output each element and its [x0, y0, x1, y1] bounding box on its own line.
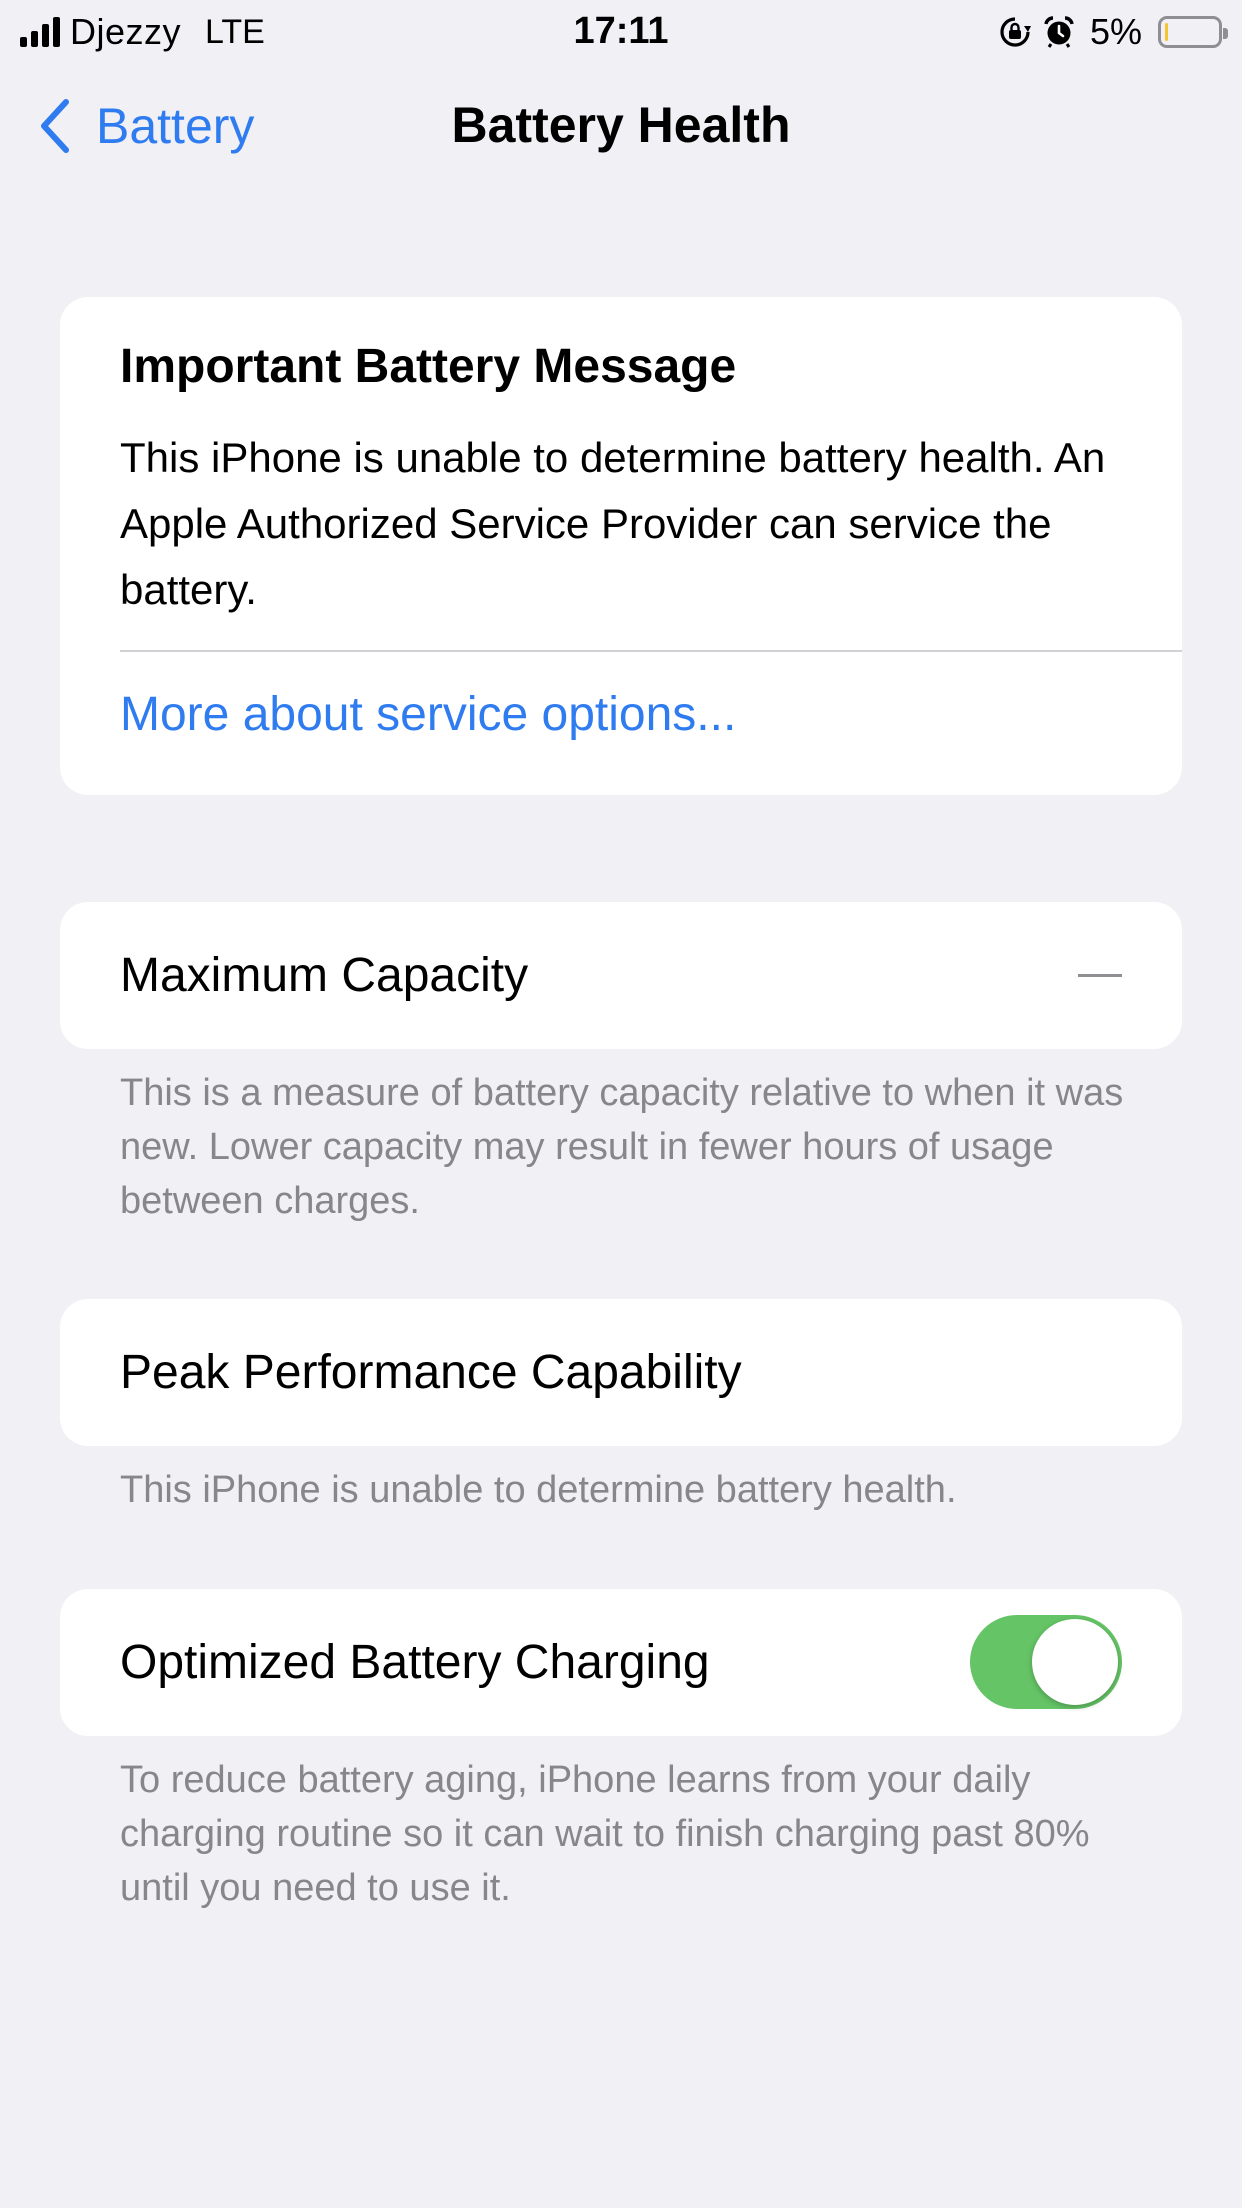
optimized-charging-label: Optimized Battery Charging: [120, 1636, 710, 1689]
service-options-link[interactable]: More about service options...: [120, 687, 736, 742]
page-title: Battery Health: [451, 97, 791, 153]
status-right: 5%: [998, 10, 1228, 54]
toggle-knob: [1032, 1619, 1118, 1705]
maximum-capacity-footnote: This is a measure of battery capacity re…: [120, 1072, 1124, 1222]
maximum-capacity-row: Maximum Capacity: [60, 902, 1182, 1049]
optimized-charging-footnote: To reduce battery aging, iPhone learns f…: [120, 1759, 1090, 1909]
optimized-charging-toggle[interactable]: [970, 1615, 1122, 1709]
navigation-bar: Battery Battery Health: [0, 88, 1242, 168]
battery-level-fill: [1165, 23, 1168, 41]
maximum-capacity-value: [1078, 974, 1122, 977]
divider: [120, 650, 1182, 652]
battery-message-card: Important Battery Message This iPhone is…: [60, 297, 1182, 795]
message-body: This iPhone is unable to determine batte…: [120, 434, 1106, 613]
alarm-icon: [1044, 16, 1074, 48]
peak-performance-label: Peak Performance Capability: [120, 1346, 742, 1399]
battery-health-screen: Djezzy LTE 17:11 5% Battery Battery Heal…: [0, 0, 1242, 2208]
peak-performance-footnote: This iPhone is unable to determine batte…: [120, 1469, 957, 1511]
optimized-charging-row: Optimized Battery Charging: [60, 1589, 1182, 1736]
status-bar: Djezzy LTE 17:11 5%: [0, 0, 1242, 64]
maximum-capacity-label: Maximum Capacity: [120, 949, 529, 1002]
peak-performance-row: Peak Performance Capability: [60, 1299, 1182, 1446]
orientation-lock-icon: [1000, 17, 1031, 47]
battery-cap: [1223, 28, 1228, 39]
battery-icon: [1158, 16, 1228, 48]
battery-percent: 5%: [1089, 11, 1142, 52]
message-title: Important Battery Message: [120, 340, 737, 393]
